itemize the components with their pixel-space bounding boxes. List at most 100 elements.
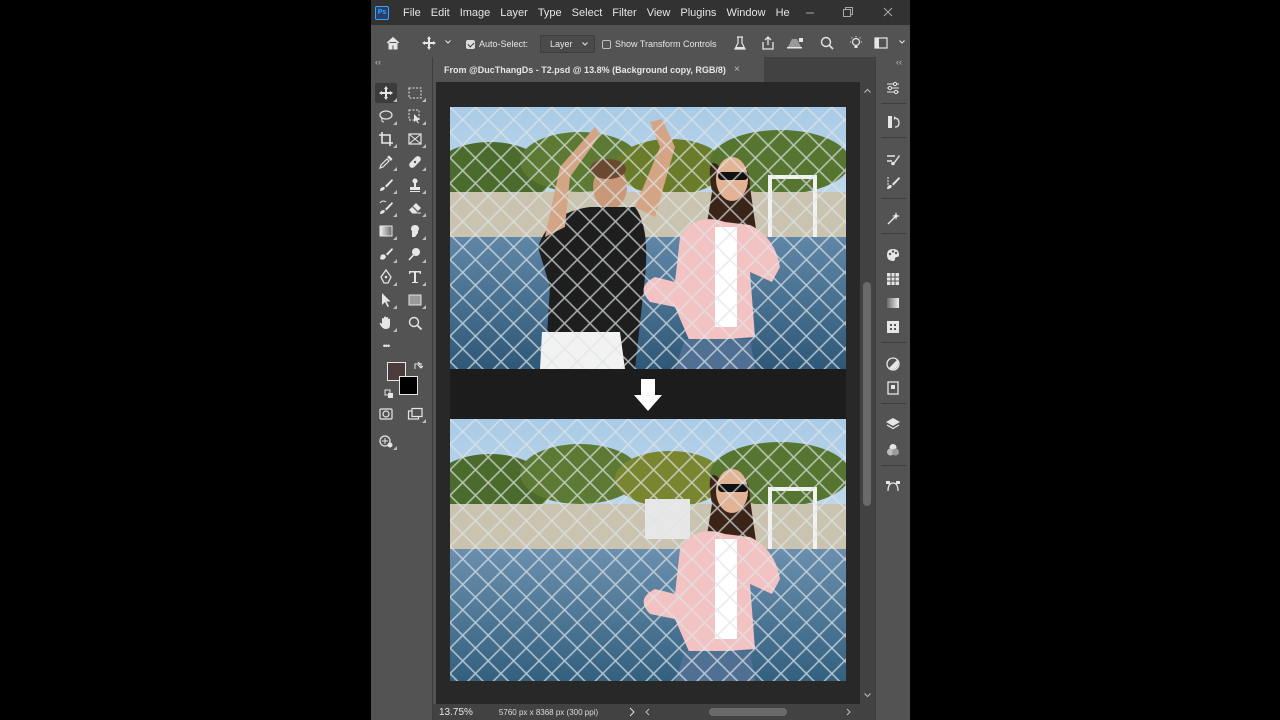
lasso-icon — [379, 110, 393, 123]
document-tab-bar: From @DucThangDs - T2.psd @ 13.8% (Backg… — [433, 57, 876, 82]
frame-tool[interactable] — [404, 129, 426, 149]
gradient-icon — [379, 225, 393, 237]
scroll-down-icon[interactable] — [860, 690, 875, 700]
smudge-tool[interactable] — [404, 221, 426, 241]
transform-controls-checkbox[interactable] — [602, 39, 611, 49]
rectangular-marquee-tool[interactable] — [404, 83, 426, 103]
clone-stamp-tool[interactable] — [404, 175, 426, 195]
history-brush-tool[interactable] — [375, 198, 397, 218]
channels-panel-icon[interactable] — [884, 441, 902, 459]
quick-mask-mode-icon[interactable] — [375, 404, 397, 424]
document-tab-title: From @DucThangDs - T2.psd @ 13.8% (Backg… — [444, 64, 726, 75]
content-credentials-icon[interactable] — [884, 209, 902, 227]
gradient-tool[interactable] — [375, 221, 397, 241]
chevron-down-icon[interactable] — [444, 38, 452, 46]
menu-type[interactable]: Type — [533, 7, 567, 19]
photoshop-logo-icon[interactable]: Ps — [375, 5, 389, 20]
close-tab-button[interactable]: × — [734, 64, 740, 75]
home-icon[interactable] — [385, 35, 401, 51]
stamp-icon — [410, 178, 420, 192]
discover-lightbulb-icon[interactable] — [848, 35, 864, 51]
share-icon[interactable] — [760, 35, 776, 51]
swap-colors-icon[interactable] — [413, 361, 423, 371]
canvas-area[interactable] — [436, 82, 860, 704]
object-selection-tool[interactable] — [404, 106, 426, 126]
menu-filter[interactable]: Filter — [607, 7, 641, 19]
scroll-right-icon[interactable] — [845, 707, 853, 717]
minimize-button[interactable] — [799, 3, 821, 21]
chevron-down-icon[interactable] — [898, 38, 906, 46]
layers-panel-icon[interactable] — [884, 415, 902, 433]
edit-toolbar-more-icon[interactable]: ••• — [375, 336, 397, 356]
down-arrow-icon — [634, 379, 662, 411]
move-tool[interactable] — [375, 83, 397, 103]
dodge-tool[interactable] — [404, 244, 426, 264]
hand-tool[interactable] — [375, 313, 397, 333]
background-color-swatch[interactable] — [399, 376, 418, 395]
status-menu-arrow-icon[interactable] — [628, 707, 636, 717]
rectangle-tool[interactable] — [404, 290, 426, 310]
brush-icon — [380, 179, 393, 191]
eyedropper-tool[interactable] — [375, 152, 397, 172]
burn-tool[interactable] — [375, 244, 397, 264]
healing-brush-icon — [409, 156, 421, 168]
zoom-icon — [408, 316, 423, 331]
auto-select-target-dropdown[interactable]: Layer — [540, 35, 595, 53]
expand-panels-icon[interactable]: ‹‹ — [896, 57, 902, 67]
crop-tool[interactable] — [375, 129, 397, 149]
zoom-level[interactable]: 13.75% — [439, 707, 473, 718]
adjustments-panel-icon[interactable] — [884, 355, 902, 373]
pen-tool[interactable] — [375, 267, 397, 287]
patterns-panel-icon[interactable] — [884, 318, 902, 336]
eraser-tool[interactable] — [404, 198, 426, 218]
zoom-tool[interactable] — [404, 313, 426, 333]
vertical-scroll-thumb[interactable] — [863, 282, 871, 506]
crop-icon — [379, 132, 393, 146]
vertical-scrollbar[interactable] — [860, 82, 875, 704]
auto-select-checkbox[interactable] — [466, 39, 475, 49]
close-window-button[interactable] — [877, 3, 899, 21]
menu-image[interactable]: Image — [455, 7, 496, 19]
search-icon[interactable] — [819, 35, 835, 51]
properties-panel-icon[interactable] — [884, 79, 902, 97]
generative-tool-icon[interactable] — [375, 431, 397, 451]
brush-settings-panel-icon[interactable] — [884, 150, 902, 168]
document-tab[interactable]: From @DucThangDs - T2.psd @ 13.8% (Backg… — [433, 57, 764, 82]
type-tool[interactable] — [404, 267, 426, 287]
show-transform-controls-toggle[interactable]: Show Transform Controls — [602, 39, 717, 49]
restore-button[interactable] — [836, 3, 858, 21]
path-selection-tool[interactable] — [375, 290, 397, 310]
align-icon[interactable] — [732, 35, 748, 51]
scroll-left-icon[interactable] — [643, 707, 651, 717]
menu-help[interactable]: He — [771, 7, 795, 19]
history-panel-icon[interactable] — [884, 113, 902, 131]
brush-tool[interactable] — [375, 175, 397, 195]
screen-mode-icon[interactable] — [404, 404, 426, 424]
default-colors-icon[interactable] — [384, 389, 394, 399]
menu-edit[interactable]: Edit — [426, 7, 455, 19]
after-photo — [450, 419, 846, 681]
menu-window[interactable]: Window — [721, 7, 770, 19]
menu-select[interactable]: Select — [567, 7, 608, 19]
swatches-panel-icon[interactable] — [884, 270, 902, 288]
menu-plugins[interactable]: Plugins — [675, 7, 721, 19]
lasso-tool[interactable] — [375, 106, 397, 126]
paths-panel-icon[interactable] — [884, 477, 902, 495]
notifications-icon[interactable] — [785, 35, 805, 51]
menu-view[interactable]: View — [642, 7, 676, 19]
horizontal-scroll-thumb[interactable] — [709, 708, 787, 716]
dodge-icon — [408, 248, 420, 261]
menu-layer[interactable]: Layer — [495, 7, 533, 19]
spot-healing-brush-tool[interactable] — [404, 152, 426, 172]
libraries-panel-icon[interactable] — [884, 379, 902, 397]
move-tool-preset-icon[interactable] — [421, 35, 437, 51]
gradients-panel-icon[interactable] — [884, 294, 902, 312]
workspace-icon[interactable] — [873, 35, 889, 51]
auto-select-toggle[interactable]: Auto-Select: — [466, 39, 528, 49]
brushes-panel-icon[interactable] — [884, 174, 902, 192]
collapse-toolbar-icon[interactable]: ‹‹ — [375, 57, 381, 67]
menu-file[interactable]: File — [398, 7, 426, 19]
color-panel-icon[interactable] — [884, 246, 902, 264]
scroll-up-icon[interactable] — [860, 86, 875, 96]
before-photo — [450, 107, 846, 369]
